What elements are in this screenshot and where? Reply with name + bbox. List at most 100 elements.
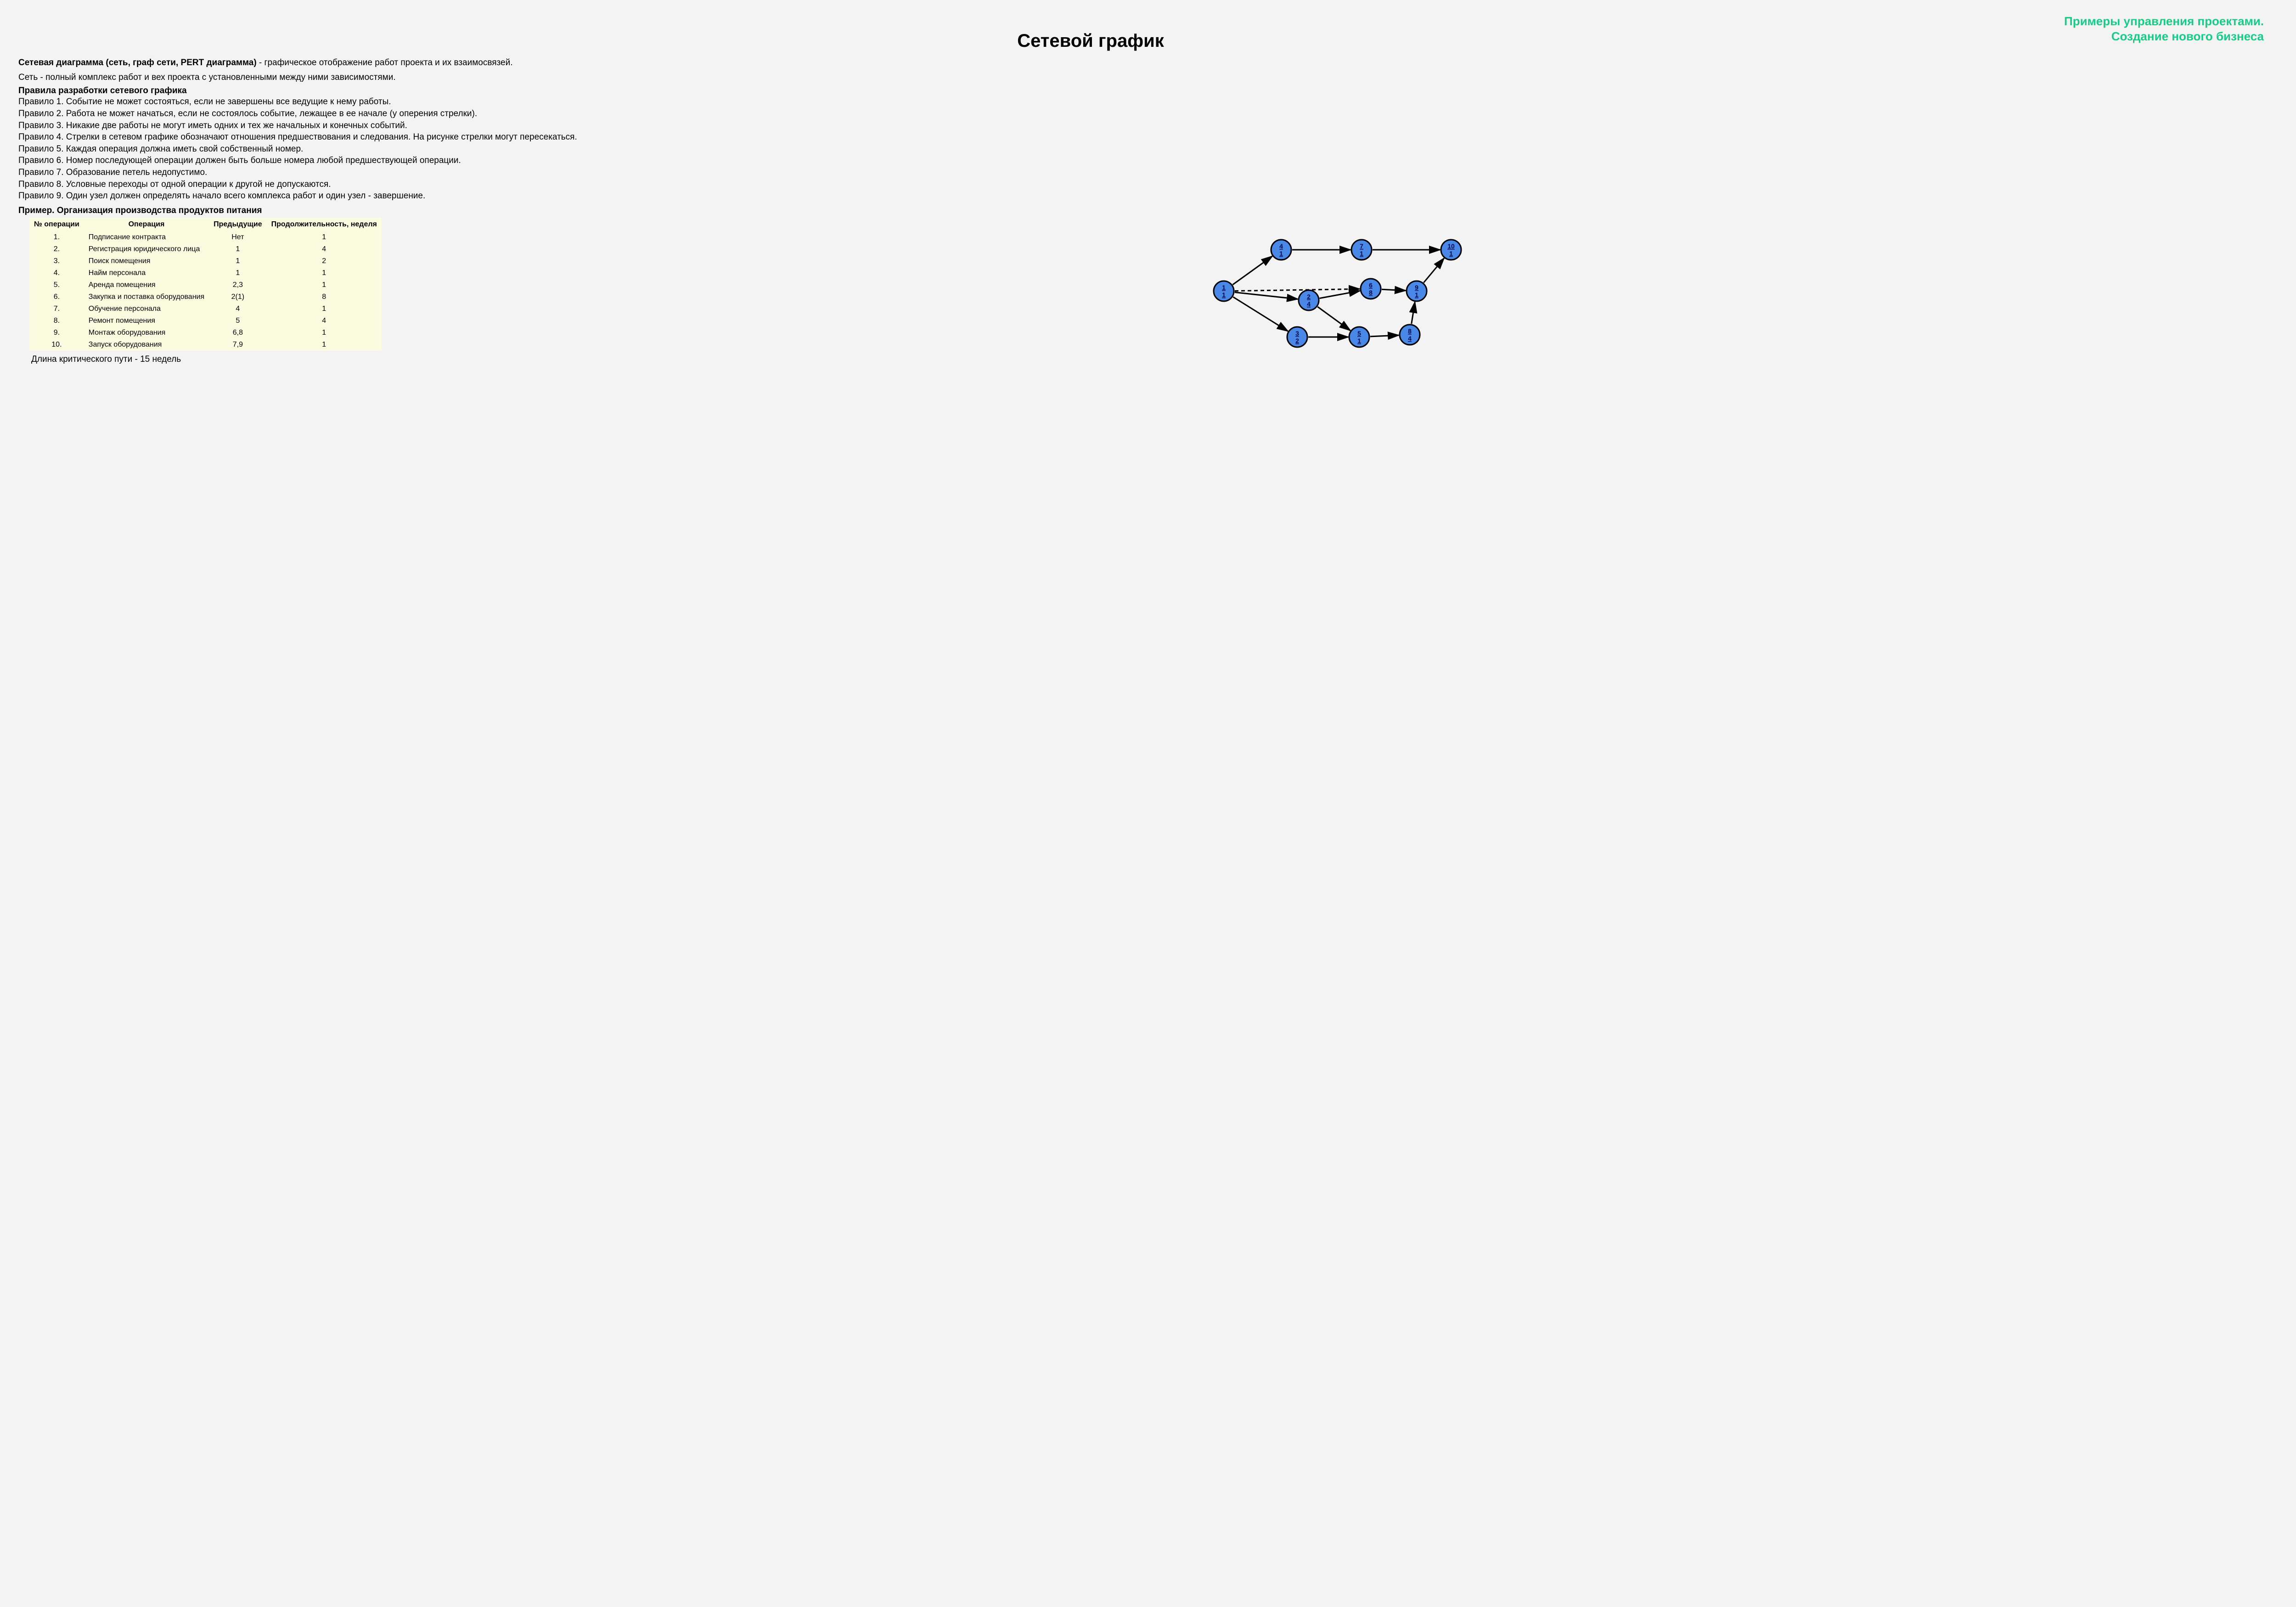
cell-dur: 4 xyxy=(267,315,382,327)
cell-dur: 1 xyxy=(267,279,382,291)
diagram-edge xyxy=(1424,258,1444,282)
cell-prev: Нет xyxy=(209,231,266,243)
cell-num: 3. xyxy=(29,255,84,267)
cell-dur: 4 xyxy=(267,243,382,255)
node-top: 10 xyxy=(1448,242,1455,250)
diagram-edge xyxy=(1412,302,1415,324)
cell-prev: 4 xyxy=(209,303,266,315)
cell-dur: 2 xyxy=(267,255,382,267)
cell-dur: 1 xyxy=(267,303,382,315)
rule-item: Правило 8. Условные переходы от одной оп… xyxy=(18,179,2278,191)
table-row: 4.Найм персонала11 xyxy=(29,267,382,279)
table-row: 6.Закупка и поставка оборудования2(1)8 xyxy=(29,291,382,303)
cell-op: Закупка и поставка оборудования xyxy=(84,291,209,303)
diagram-edge xyxy=(1233,256,1272,285)
diagram-node-9: 91 xyxy=(1407,281,1427,301)
node-top: 7 xyxy=(1360,242,1364,250)
cell-op: Подписание контракта xyxy=(84,231,209,243)
diagram-node-8: 84 xyxy=(1400,325,1420,345)
diagram-node-7: 71 xyxy=(1351,240,1372,260)
critical-path-text: Длина критического пути - 15 недель xyxy=(29,354,382,365)
cell-num: 8. xyxy=(29,315,84,327)
cell-num: 9. xyxy=(29,327,84,339)
cell-op: Обучение персонала xyxy=(84,303,209,315)
th-num: № операции xyxy=(29,218,84,231)
intro-line2: Сеть - полный комплекс работ и вех проек… xyxy=(18,72,2278,84)
node-top: 2 xyxy=(1307,293,1311,300)
node-top: 4 xyxy=(1280,242,1283,250)
table-row: 8.Ремонт помещения54 xyxy=(29,315,382,327)
diagram-node-6: 68 xyxy=(1361,279,1381,299)
cell-prev: 1 xyxy=(209,243,266,255)
cell-prev: 6,8 xyxy=(209,327,266,339)
node-bot: 1 xyxy=(1360,250,1364,257)
node-bot: 1 xyxy=(1280,250,1283,257)
cell-dur: 1 xyxy=(267,267,382,279)
header-line2: Создание нового бизнеса xyxy=(2111,29,2264,43)
cell-dur: 1 xyxy=(267,231,382,243)
cell-num: 2. xyxy=(29,243,84,255)
cell-op: Ремонт помещения xyxy=(84,315,209,327)
cell-op: Запуск оборудования xyxy=(84,339,209,351)
header-line1: Примеры управления проектами. xyxy=(2064,14,2264,28)
rules-list: Правило 1. Событие не может состояться, … xyxy=(18,96,2278,202)
cell-prev: 2(1) xyxy=(209,291,266,303)
table-row: 2.Регистрация юридического лица14 xyxy=(29,243,382,255)
cell-prev: 1 xyxy=(209,255,266,267)
node-bot: 8 xyxy=(1369,289,1373,296)
node-top: 8 xyxy=(1408,327,1412,335)
example-heading: Пример. Организация производства продукт… xyxy=(18,206,2278,216)
node-bot: 1 xyxy=(1450,250,1453,257)
node-bot: 4 xyxy=(1408,335,1412,342)
cell-num: 7. xyxy=(29,303,84,315)
cell-prev: 7,9 xyxy=(209,339,266,351)
cell-num: 1. xyxy=(29,231,84,243)
cell-dur: 8 xyxy=(267,291,382,303)
diagram-edge xyxy=(1370,335,1399,337)
cell-num: 4. xyxy=(29,267,84,279)
intro-term: Сетевая диаграмма (сеть, граф сети, PERT… xyxy=(18,58,257,67)
diagram-edge xyxy=(1235,292,1298,299)
cell-dur: 1 xyxy=(267,339,382,351)
diagram-node-4: 41 xyxy=(1271,240,1291,260)
diagram-node-2: 24 xyxy=(1299,290,1319,310)
diagram-edge xyxy=(1320,291,1360,298)
rule-item: Правило 3. Никакие две работы не могут и… xyxy=(18,120,2278,132)
cell-op: Найм персонала xyxy=(84,267,209,279)
rule-item: Правило 9. Один узел должен определять н… xyxy=(18,190,2278,202)
diagram-edge xyxy=(1235,289,1360,291)
rule-item: Правило 4. Стрелки в сетевом графике обо… xyxy=(18,131,2278,143)
cell-op: Монтаж оборудования xyxy=(84,327,209,339)
intro-rest: - графическое отображение работ проекта … xyxy=(257,58,513,67)
cell-num: 10. xyxy=(29,339,84,351)
cell-op: Регистрация юридического лица xyxy=(84,243,209,255)
th-op: Операция xyxy=(84,218,209,231)
diagram-edge xyxy=(1233,297,1288,332)
table-row: 7.Обучение персонала41 xyxy=(29,303,382,315)
diagram-node-3: 32 xyxy=(1287,327,1307,347)
diagram-edge xyxy=(1382,289,1406,291)
cell-prev: 1 xyxy=(209,267,266,279)
node-top: 9 xyxy=(1415,284,1419,291)
rule-item: Правило 1. Событие не может состояться, … xyxy=(18,96,2278,108)
cell-op: Поиск помещения xyxy=(84,255,209,267)
th-prev: Предыдущие xyxy=(209,218,266,231)
diagram-node-10: 101 xyxy=(1441,240,1461,260)
table-row: 9.Монтаж оборудования6,81 xyxy=(29,327,382,339)
page-title: Сетевой график xyxy=(18,31,2278,51)
rule-item: Правило 5. Каждая операция должна иметь … xyxy=(18,143,2278,155)
cell-num: 5. xyxy=(29,279,84,291)
node-bot: 2 xyxy=(1296,337,1300,344)
table-row: 10.Запуск оборудования7,91 xyxy=(29,339,382,351)
diagram-node-1: 11 xyxy=(1214,281,1234,301)
cell-prev: 5 xyxy=(209,315,266,327)
node-bot: 4 xyxy=(1307,300,1311,308)
rule-item: Правило 2. Работа не может начаться, есл… xyxy=(18,108,2278,120)
table-row: 3.Поиск помещения12 xyxy=(29,255,382,267)
node-top: 3 xyxy=(1296,330,1300,337)
diagram-node-5: 51 xyxy=(1349,327,1369,347)
rules-heading: Правила разработки сетевого графика xyxy=(18,86,2278,96)
rule-item: Правило 7. Образование петель недопустим… xyxy=(18,167,2278,179)
node-top: 1 xyxy=(1222,284,1226,291)
operations-table: № операции Операция Предыдущие Продолжит… xyxy=(29,218,382,351)
